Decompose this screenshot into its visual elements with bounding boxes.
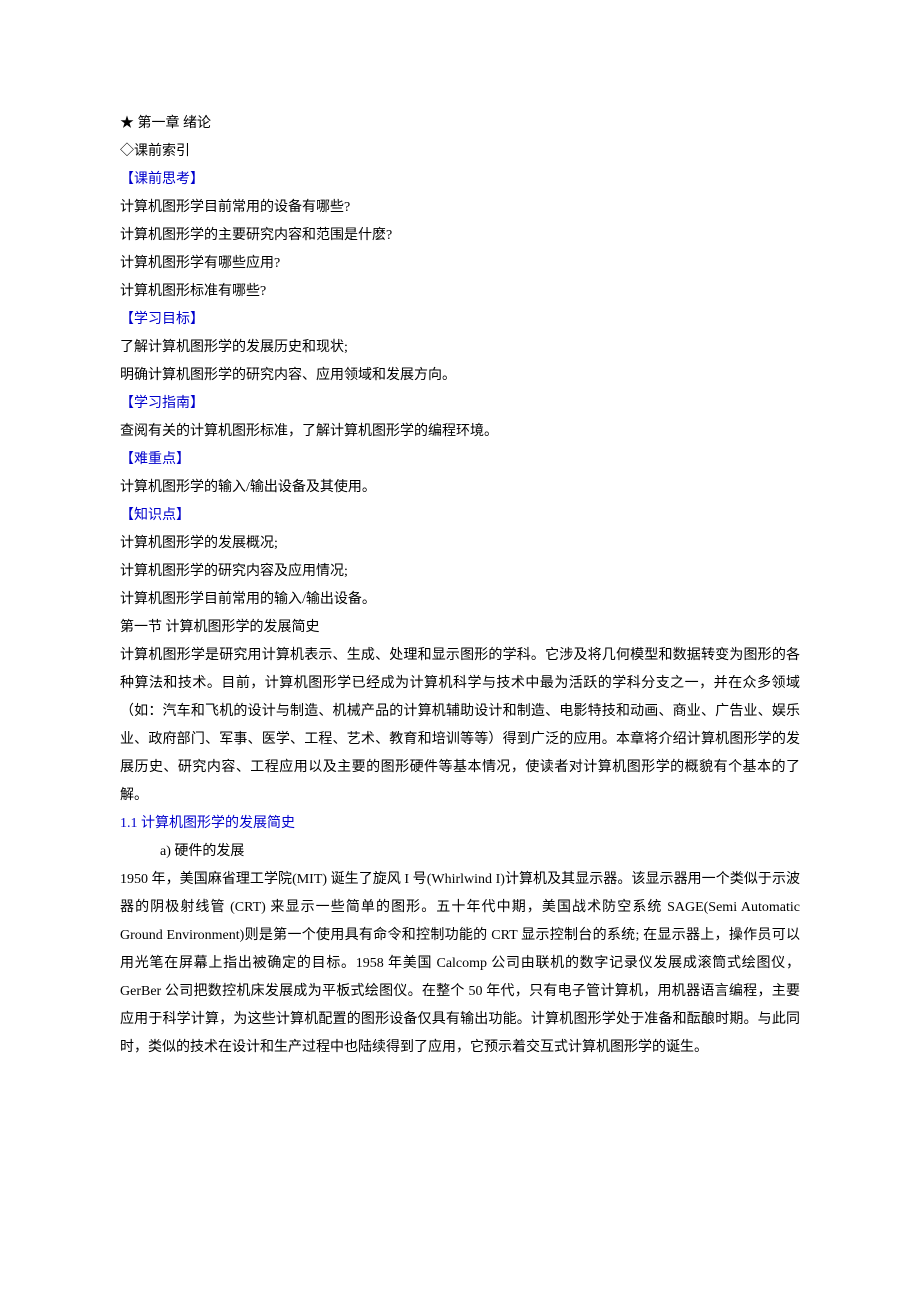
subsection-1-1: 1.1 计算机图形学的发展简史 [120,810,800,838]
knowledge-header: 【知识点】 [120,502,800,530]
chapter-title: ★ 第一章 绪论 [120,110,800,138]
thinking-question: 计算机图形学有哪些应用? [120,250,800,278]
goal-item: 明确计算机图形学的研究内容、应用领域和发展方向。 [120,362,800,390]
guide-item: 查阅有关的计算机图形标准，了解计算机图形学的编程环境。 [120,418,800,446]
guide-header: 【学习指南】 [120,390,800,418]
knowledge-item: 计算机图形学的发展概况; [120,530,800,558]
section-title: 第一节 计算机图形学的发展简史 [120,614,800,642]
intro-paragraph: 计算机图形学是研究用计算机表示、生成、处理和显示图形的学科。它涉及将几何模型和数… [120,642,800,810]
goal-item: 了解计算机图形学的发展历史和现状; [120,334,800,362]
goal-header: 【学习目标】 [120,306,800,334]
hardware-paragraph: 1950 年，美国麻省理工学院(MIT) 诞生了旋风 I 号(Whirlwind… [120,866,800,1062]
difficulty-item: 计算机图形学的输入/输出设备及其使用。 [120,474,800,502]
subsection-a: a) 硬件的发展 [120,838,800,866]
thinking-question: 计算机图形学目前常用的设备有哪些? [120,194,800,222]
thinking-question: 计算机图形学的主要研究内容和范围是什麽? [120,222,800,250]
knowledge-item: 计算机图形学的研究内容及应用情况; [120,558,800,586]
thinking-question: 计算机图形标准有哪些? [120,278,800,306]
difficulty-header: 【难重点】 [120,446,800,474]
preface-index: ◇课前索引 [120,138,800,166]
knowledge-item: 计算机图形学目前常用的输入/输出设备。 [120,586,800,614]
thinking-header: 【课前思考】 [120,166,800,194]
